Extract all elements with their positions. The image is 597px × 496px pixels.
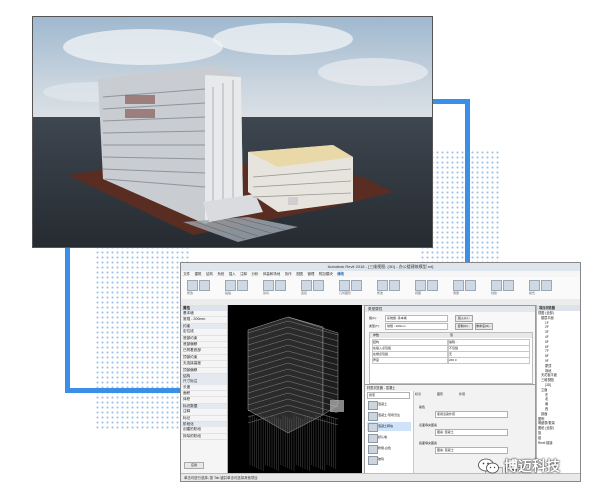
load-button[interactable]: 载入(L)...	[455, 315, 473, 322]
ribbon-tool-icon[interactable]	[225, 280, 236, 291]
material-swatch-icon	[368, 456, 378, 465]
revit-window: Autodesk Revit 2018 - [三维视图: {3D} - 办公楼建…	[180, 262, 581, 482]
ribbon-panel-label: 修改	[187, 291, 194, 295]
accent-line-left	[65, 246, 70, 392]
ribbon-tool-icon[interactable]	[529, 280, 540, 291]
material-swatch-icon	[368, 401, 378, 410]
revit-title-bar: Autodesk Revit 2018 - [三维视图: {3D} - 办公楼建…	[181, 263, 580, 271]
ribbon-panel-label: 视图	[415, 291, 422, 295]
material-value-field[interactable]: 图案: 混凝土	[435, 429, 508, 436]
ribbon-tool-icon[interactable]	[313, 280, 324, 291]
ribbon-panel-label: 模式	[529, 291, 536, 295]
ribbon-tool-icon[interactable]	[377, 280, 388, 291]
ribbon-tool-icon[interactable]	[427, 280, 438, 291]
ribbon-panel-label: 修改	[377, 291, 384, 295]
wechat-icon	[478, 457, 500, 475]
material-name: 玻璃	[378, 457, 385, 461]
material-list-item[interactable]: 玻璃	[367, 455, 411, 465]
material-value-field[interactable]: 图案: 混凝土	[435, 447, 508, 454]
ribbon-panel-label: 几何图形	[339, 291, 352, 295]
material-value-field[interactable]: 使用渲染外观	[435, 411, 508, 418]
duplicate-button[interactable]: 复制(D)...	[455, 323, 473, 330]
type-properties-dialog: 类型属性 族(F): 系统族: 基本墙 载入(L)... 类型(T): 常规 -…	[364, 305, 536, 475]
ribbon-tool-icon[interactable]	[199, 280, 210, 291]
ribbon-panel-label: 剪切	[263, 291, 270, 295]
material-list-item[interactable]: 粉刷-白色	[367, 444, 411, 454]
ribbon-panel-label: 连接	[301, 291, 308, 295]
material-name: 混凝土砌块	[378, 424, 394, 428]
properties-panel: 属性 基本墙 常规 - 200mm 约束 定位线 底部约束 底部偏移 已附着底部 顶部约束…	[181, 305, 228, 473]
ribbon-tool-icon[interactable]	[263, 280, 274, 291]
material-swatch-icon	[368, 412, 378, 421]
material-swatch-icon	[368, 423, 378, 432]
material-search-input[interactable]: 搜索	[367, 392, 410, 399]
type-parameters-table: 参数 值 结构 编辑... 在插入点包络 不包络 在端点包络无厚度 200.0	[369, 332, 533, 384]
ribbon-panel-label: 创建	[491, 291, 498, 295]
property-row[interactable]: 拆除的阶段	[181, 434, 227, 441]
material-tab[interactable]: 图形	[437, 392, 443, 396]
param-header: 参数	[373, 333, 380, 337]
ribbon-tool-icon[interactable]	[301, 280, 312, 291]
project-browser: 项目浏览器 视图 (全部) 楼层平面 1F 2F 3F 4F 5F 6F 7F 8F 9F 屋顶 场地天…	[536, 305, 580, 473]
ribbon-panel-label: 粘贴	[225, 291, 232, 295]
ribbon-tool-icon[interactable]	[415, 280, 426, 291]
parameter-name: 厚度	[372, 357, 448, 364]
apply-button[interactable]: 应用	[184, 462, 204, 469]
revit-ribbon-panel: 修改 粘贴 剪切 连接 几何图形 修改 视图 测量 创建 模式	[181, 277, 580, 300]
watermark-text: 博迈科技	[504, 458, 560, 474]
ribbon-tool-icon[interactable]	[339, 280, 350, 291]
rename-button[interactable]: 重命名(R)...	[475, 323, 493, 330]
material-list-item[interactable]: 混凝土-现场浇注	[367, 411, 411, 421]
building-render-image	[32, 16, 433, 248]
material-name: 粉刷-白色	[378, 446, 391, 450]
material-name: 混凝土-现场浇注	[378, 413, 400, 417]
material-name: 混凝土	[378, 402, 388, 406]
type-select[interactable]: 常规 - 200mm	[385, 323, 448, 330]
ribbon-tool-icon[interactable]	[541, 280, 552, 291]
accent-line-bottom	[65, 388, 181, 393]
ribbon-tool-icon[interactable]	[453, 280, 464, 291]
material-section-label: 着色	[419, 405, 426, 409]
material-list: 搜索混凝土混凝土-现场浇注 混凝土砌块默认墙粉刷-白色玻璃	[365, 391, 414, 474]
material-tab[interactable]: 外观	[459, 392, 465, 396]
type-label: 类型(T):	[369, 324, 380, 328]
3d-view-canvas[interactable]	[228, 305, 362, 473]
parameter-value[interactable]: 200.0	[448, 357, 530, 364]
material-section-label: 表面填充图案	[419, 423, 438, 427]
accent-line-right	[465, 99, 470, 264]
ribbon-tool-icon[interactable]	[389, 280, 400, 291]
ribbon-tool-icon[interactable]	[237, 280, 248, 291]
project-browser-item[interactable]: Revit 链接	[537, 441, 580, 446]
ribbon-tool-icon[interactable]	[503, 280, 514, 291]
material-swatch-icon	[368, 434, 378, 443]
dot-pattern-bottom	[95, 245, 190, 430]
family-label: 族(F):	[369, 316, 377, 320]
material-section-label: 截面填充图案	[419, 441, 438, 445]
watermark: 博迈科技	[478, 454, 560, 478]
ribbon-tool-icon[interactable]	[275, 280, 286, 291]
ribbon-panel-label: 测量	[453, 291, 460, 295]
material-list-item[interactable]: 混凝土	[367, 400, 411, 410]
dialog-title: 类型属性	[365, 306, 535, 312]
ribbon-tool-icon[interactable]	[351, 280, 362, 291]
family-select[interactable]: 系统族: 基本墙	[385, 315, 448, 322]
material-list-item[interactable]: 混凝土砌块	[367, 422, 411, 432]
ribbon-tool-icon[interactable]	[465, 280, 476, 291]
material-tab[interactable]: 标识	[415, 392, 421, 396]
material-list-item[interactable]: 默认墙	[367, 433, 411, 443]
material-swatch-icon	[368, 445, 378, 454]
ribbon-tool-icon[interactable]	[187, 280, 198, 291]
ribbon-tool-icon[interactable]	[491, 280, 502, 291]
material-name: 默认墙	[378, 435, 388, 439]
accent-line-top	[430, 99, 469, 104]
value-header: 值	[450, 333, 454, 337]
